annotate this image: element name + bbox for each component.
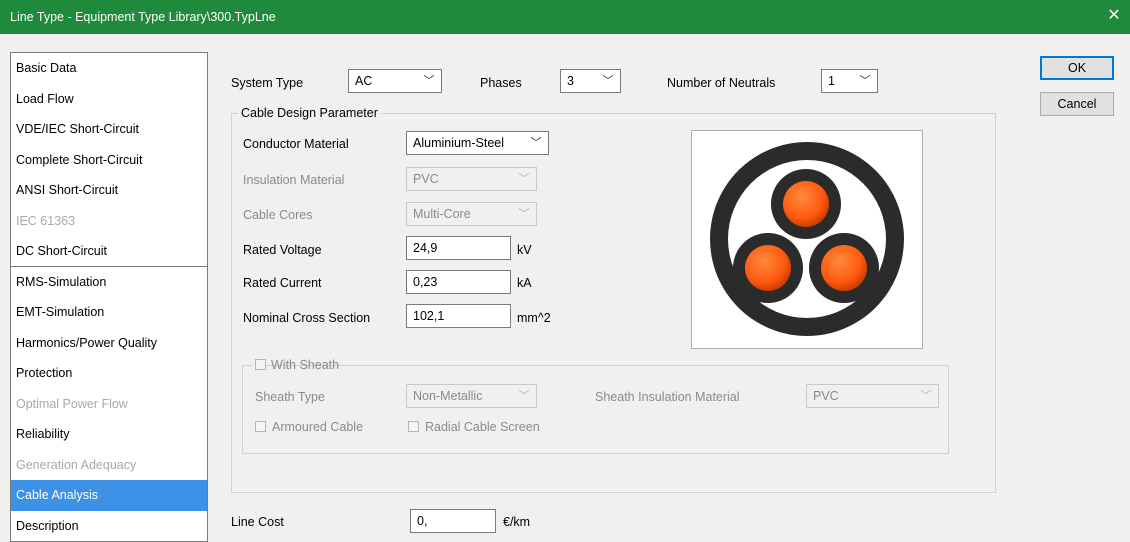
line-cost-input[interactable] [410, 509, 496, 533]
nav-item-protection[interactable]: Protection [11, 358, 207, 389]
cable-cores-dropdown: Multi-Core ﹀ [406, 202, 537, 226]
insulation-material-value: PVC [413, 172, 439, 186]
conductor-material-label: Conductor Material [243, 137, 349, 151]
sheath-group [242, 365, 949, 454]
armoured-cable-checkbox [255, 421, 266, 432]
number-of-neutrals-label: Number of Neutrals [667, 76, 776, 90]
system-type-value: AC [355, 74, 373, 88]
nav-item-optimal-power-flow: Optimal Power Flow [11, 388, 207, 419]
rated-voltage-label: Rated Voltage [243, 243, 322, 257]
cable-cross-section-image [691, 130, 923, 349]
three-core-cable-icon [710, 142, 904, 336]
sheath-type-value: Non-Metallic [413, 389, 483, 403]
rated-current-input[interactable] [406, 270, 511, 294]
nav-item-harmonics-power-quality[interactable]: Harmonics/Power Quality [11, 327, 207, 358]
chevron-down-icon: ﹀ [859, 75, 871, 87]
chevron-down-icon: ﹀ [518, 390, 530, 402]
ok-button[interactable]: OK [1040, 56, 1114, 80]
nav-item-load-flow[interactable]: Load Flow [11, 83, 207, 114]
nav-item-iec-61363: IEC 61363 [11, 205, 207, 236]
nominal-cross-section-input[interactable] [406, 304, 511, 328]
sheath-type-label: Sheath Type [255, 390, 325, 404]
sheath-insulation-material-dropdown: PVC ﹀ [806, 384, 939, 408]
rated-voltage-input[interactable] [406, 236, 511, 260]
line-cost-unit: €/km [503, 515, 531, 529]
chevron-down-icon: ﹀ [423, 75, 435, 87]
nav-item-generation-adequacy: Generation Adequacy [11, 449, 207, 480]
cable-cores-label: Cable Cores [243, 208, 313, 222]
sheath-insulation-material-value: PVC [813, 389, 839, 403]
rated-voltage-unit: kV [517, 243, 532, 257]
nav-item-basic-data[interactable]: Basic Data [11, 53, 207, 84]
title-bar: Line Type - Equipment Type Library\300.T… [0, 0, 1130, 34]
number-of-neutrals-value: 1 [828, 74, 835, 88]
line-cost-label: Line Cost [231, 515, 284, 529]
nominal-cross-section-label: Nominal Cross Section [243, 311, 371, 325]
number-of-neutrals-dropdown[interactable]: 1 ﹀ [821, 69, 878, 93]
cable-design-group-title: Cable Design Parameter [238, 106, 381, 120]
armoured-cable-label: Armoured Cable [272, 420, 364, 434]
page-navigation: Basic Data Load Flow VDE/IEC Short-Circu… [10, 52, 208, 542]
rated-current-label: Rated Current [243, 276, 322, 290]
chevron-down-icon: ﹀ [530, 137, 542, 149]
cable-cores-value: Multi-Core [413, 207, 471, 221]
close-icon[interactable]: ✕ [1104, 6, 1124, 26]
nav-item-rms-simulation[interactable]: RMS-Simulation [11, 266, 207, 297]
nav-item-vde-iec-short-circuit[interactable]: VDE/IEC Short-Circuit [11, 114, 207, 145]
cancel-button[interactable]: Cancel [1040, 92, 1114, 116]
phases-value: 3 [567, 74, 574, 88]
nominal-cross-section-unit: mm^2 [517, 311, 551, 325]
radial-cable-screen-label: Radial Cable Screen [425, 420, 540, 434]
system-type-dropdown[interactable]: AC ﹀ [348, 69, 442, 93]
with-sheath-checkbox [255, 359, 266, 370]
nav-item-emt-simulation[interactable]: EMT-Simulation [11, 297, 207, 328]
with-sheath-toggle: With Sheath [252, 357, 339, 373]
phases-dropdown[interactable]: 3 ﹀ [560, 69, 621, 93]
sheath-insulation-material-label: Sheath Insulation Material [595, 390, 740, 404]
nav-item-cable-analysis[interactable]: Cable Analysis [11, 480, 207, 511]
chevron-down-icon: ﹀ [518, 173, 530, 185]
system-type-label: System Type [231, 76, 304, 90]
sheath-type-dropdown: Non-Metallic ﹀ [406, 384, 537, 408]
insulation-material-label: Insulation Material [243, 173, 345, 187]
conductor-material-value: Aluminium-Steel [413, 136, 505, 150]
with-sheath-label: With Sheath [271, 358, 340, 372]
conductor-material-dropdown[interactable]: Aluminium-Steel ﹀ [406, 131, 549, 155]
nav-item-complete-short-circuit[interactable]: Complete Short-Circuit [11, 144, 207, 175]
radial-cable-screen-checkbox [408, 421, 419, 432]
rated-current-unit: kA [517, 276, 532, 290]
chevron-down-icon: ﹀ [602, 75, 614, 87]
nav-item-description[interactable]: Description [11, 510, 207, 541]
chevron-down-icon: ﹀ [518, 208, 530, 220]
chevron-down-icon: ﹀ [920, 390, 932, 402]
insulation-material-dropdown: PVC ﹀ [406, 167, 537, 191]
phases-label: Phases [480, 76, 522, 90]
nav-item-dc-short-circuit[interactable]: DC Short-Circuit [11, 236, 207, 267]
window-title: Line Type - Equipment Type Library\300.T… [10, 10, 276, 24]
nav-item-ansi-short-circuit[interactable]: ANSI Short-Circuit [11, 175, 207, 206]
nav-item-reliability[interactable]: Reliability [11, 419, 207, 450]
